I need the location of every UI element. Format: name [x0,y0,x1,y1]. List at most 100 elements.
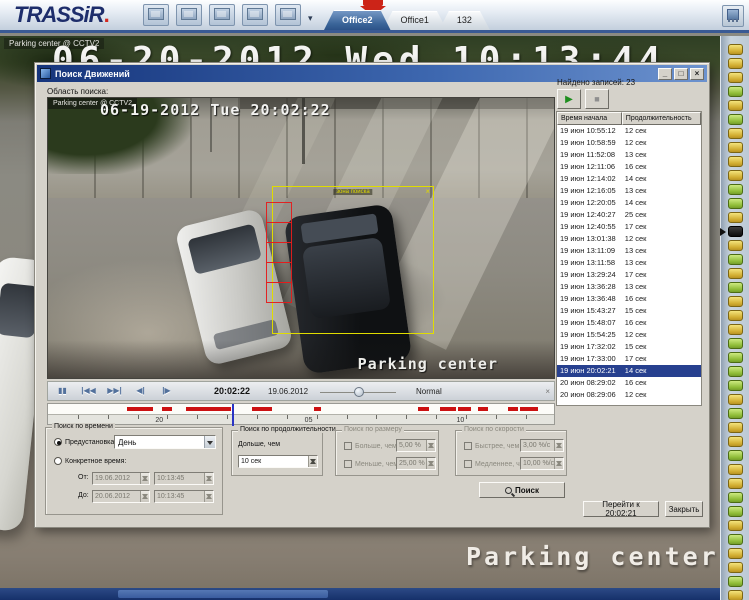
table-row[interactable]: 19 июн 17:32:0215 сек [557,341,701,353]
camera-tile-icon[interactable] [728,450,743,461]
camera-tile-icon[interactable] [728,296,743,307]
timeline-motion-segment[interactable] [478,407,488,411]
camera-tile-icon[interactable] [728,422,743,433]
tab-office1[interactable]: Office1 [383,11,447,30]
stop-result-button[interactable]: ■ [585,89,609,109]
maximize-button[interactable]: □ [674,68,688,80]
camera-tile-icon[interactable] [728,408,743,419]
motion-search-zone[interactable]: зона поиска × [272,186,434,334]
template-settings-icon[interactable] [275,4,301,26]
table-row[interactable]: 19 июн 15:43:2715 сек [557,305,701,317]
screens-grid-icon[interactable] [143,4,169,26]
close-window-button[interactable]: × [690,68,704,80]
timeline-motion-segment[interactable] [314,407,321,411]
camera-tile-icon[interactable] [728,310,743,321]
timeline-motion-segment[interactable] [520,407,538,411]
video-preview[interactable]: зона поиска × Parking center @ CCTV2 06-… [47,97,555,379]
table-row[interactable]: 19 июн 12:40:2725 сек [557,209,701,221]
camera-tile-icon[interactable] [728,72,743,83]
table-row[interactable]: 19 июн 15:48:0716 сек [557,317,701,329]
camera-tile-icon[interactable] [728,464,743,475]
table-row[interactable]: 19 июн 10:58:5912 сек [557,137,701,149]
table-row[interactable]: 20 июн 08:29:0216 сек [557,377,701,389]
layout-panel-icon[interactable] [722,5,744,27]
camera-tile-icon[interactable] [728,534,743,545]
camera-tile-icon[interactable] [728,156,743,167]
camera-tile-icon[interactable] [728,170,743,181]
camera-tile-icon[interactable] [728,576,743,587]
preset-combobox[interactable]: День [114,435,216,449]
timeline-motion-segment[interactable] [458,407,470,411]
timeline-motion-segment[interactable] [252,407,272,411]
timeline-motion-segment[interactable] [440,407,457,411]
timeline-strip[interactable] [48,404,554,414]
timeline-cursor[interactable] [232,404,234,426]
camera-tile-icon[interactable] [728,338,743,349]
speed-slider[interactable] [320,384,396,400]
camera-tile-icon[interactable] [728,562,743,573]
table-row[interactable]: 19 июн 12:20:0514 сек [557,197,701,209]
camera-tile-icon[interactable] [728,352,743,363]
table-row[interactable]: 19 июн 10:55:1212 сек [557,125,701,137]
table-row[interactable]: 19 июн 13:36:2813 сек [557,281,701,293]
taskbar-segment[interactable] [118,590,328,598]
table-row[interactable]: 20 июн 08:29:0612 сек [557,389,701,401]
camera-tile-icon[interactable] [728,590,743,600]
table-row[interactable]: 19 июн 15:54:2512 сек [557,329,701,341]
specific-time-radio[interactable] [54,457,62,465]
table-row[interactable]: 19 июн 13:11:5813 сек [557,257,701,269]
camera-tile-icon[interactable] [728,58,743,69]
table-row[interactable]: 19 июн 13:29:2417 сек [557,269,701,281]
archive-view-icon[interactable] [242,4,268,26]
table-row[interactable]: 19 июн 12:14:0214 сек [557,173,701,185]
motion-grid-cells[interactable] [266,202,292,302]
timeline-motion-segment[interactable] [508,407,518,411]
camera-tile-icon[interactable] [728,44,743,55]
jump-end-button[interactable]: ▶▶| [103,383,126,399]
camera-tile-icon[interactable] [728,366,743,377]
table-row[interactable]: 19 июн 13:36:4816 сек [557,293,701,305]
camera-tile-icon[interactable] [728,436,743,447]
search-button[interactable]: Поиск [479,482,565,498]
camera-tile-icon[interactable] [728,282,743,293]
timeline-motion-segment[interactable] [186,407,231,411]
table-row[interactable]: 19 июн 11:52:0813 сек [557,149,701,161]
camera-tile-icon[interactable] [728,254,743,265]
camera-tile-icon[interactable] [728,142,743,153]
camera-tile-icon[interactable] [728,268,743,279]
playbar-corner-icon[interactable]: × [545,387,550,396]
pause-button[interactable]: ▮▮ [51,383,74,399]
tab-132[interactable]: 132 [439,11,490,30]
table-row[interactable]: 19 июн 12:11:0616 сек [557,161,701,173]
camera-tile-icon[interactable] [728,184,743,195]
camera-tile-icon[interactable] [728,128,743,139]
zone-close-icon[interactable]: × [425,187,430,196]
camera-tile-icon[interactable] [728,548,743,559]
close-dialog-button[interactable]: Закрыть [665,501,703,517]
table-row[interactable]: 19 июн 17:33:0017 сек [557,353,701,365]
duration-field[interactable]: 10 сек [238,455,318,468]
monitor-layout-icon[interactable] [209,4,235,26]
table-row[interactable]: 19 июн 12:40:5517 сек [557,221,701,233]
camera-tile-icon[interactable] [728,492,743,503]
table-row[interactable]: 19 июн 12:16:0513 сек [557,185,701,197]
column-start-time[interactable]: Время начала [557,112,622,125]
camera-tile-icon[interactable] [728,240,743,251]
table-row[interactable]: 19 июн 20:02:2114 сек [557,365,701,377]
timeline-motion-segment[interactable] [127,407,153,411]
camera-tile-icon[interactable] [728,198,743,209]
step-back-button[interactable]: ◀| [129,383,152,399]
goto-time-button[interactable]: Перейти к 20:02:21 [583,501,659,517]
camera-tile-icon[interactable] [728,100,743,111]
camera-tile-icon[interactable] [728,520,743,531]
play-result-button[interactable]: ▶ [557,89,581,109]
timeline-motion-segment[interactable] [418,407,428,411]
camera-tile-icon[interactable] [728,114,743,125]
camera-tile-icon[interactable] [728,506,743,517]
tab-office2[interactable]: Office2 [324,10,391,30]
minimize-button[interactable]: _ [658,68,672,80]
jump-start-button[interactable]: |◀◀ [77,383,100,399]
timeline-motion-segment[interactable] [162,407,172,411]
column-duration[interactable]: Продолжительность [622,112,701,125]
table-row[interactable]: 19 июн 13:11:0913 сек [557,245,701,257]
